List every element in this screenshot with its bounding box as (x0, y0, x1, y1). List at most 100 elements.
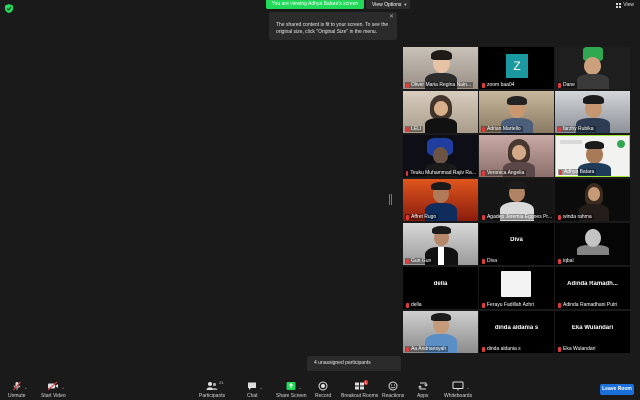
participant-tile[interactable]: Adinda Ramadh... Adinda Ramadhani Putri (555, 267, 630, 309)
participant-name-text: Oliver Maria Regina Nain... (411, 82, 472, 88)
participant-tile[interactable]: Adrian Martello (479, 91, 554, 133)
participant-tile[interactable]: winda rahma (555, 179, 630, 221)
close-icon[interactable]: ✕ (389, 14, 394, 20)
whiteboard-icon (452, 381, 464, 391)
leave-room-button[interactable]: Leave Room (600, 384, 634, 395)
participant-display-name: dinda aldania s (494, 325, 539, 331)
participant-tile[interactable]: Ferayu Fadillah Azhri (479, 267, 554, 309)
participant-name: dinda aldania s (481, 346, 523, 352)
tooltip-text: The shared content is fit to your screen… (276, 22, 389, 35)
breakout-rooms-label: Breakout Rooms (341, 393, 379, 399)
participant-tile[interactable]: Diva Diva (479, 223, 554, 265)
muted-mic-icon (558, 258, 561, 264)
participant-tile[interactable]: Oliver Maria Regina Nain... (403, 47, 478, 89)
muted-mic-icon (406, 82, 409, 88)
participant-tile[interactable]: Affret Rugo (403, 179, 478, 221)
participants-label: Participants (199, 393, 226, 399)
participant-name: Gun Gun (405, 258, 434, 264)
record-button[interactable]: Record (315, 381, 331, 399)
participant-tile[interactable]: Z zoom baa04 (479, 47, 554, 89)
participant-name-text: farzhy Rubika (563, 126, 594, 132)
participant-name-text: Ferayu Fadillah Azhri (487, 302, 534, 308)
apps-label: Apps (417, 393, 429, 399)
participant-name: Teuku Muhammad Rajiv Ra... (405, 170, 478, 176)
participant-name: della (405, 302, 424, 308)
breakout-rooms-button[interactable]: 1 Breakout Rooms (341, 380, 379, 399)
participant-name: Affret Rugo (405, 214, 439, 220)
reactions-button[interactable]: Reactions (382, 381, 404, 399)
participant-name: Veronica Angelia (481, 170, 527, 176)
share-screen-button[interactable]: ^ Share Screen (276, 381, 307, 399)
muted-mic-icon (559, 169, 562, 175)
video-off-icon (47, 381, 59, 391)
security-shield-icon[interactable] (5, 4, 13, 13)
participant-tile[interactable]: della della (403, 267, 478, 309)
participant-name-text: Gun Gun (411, 258, 432, 264)
participant-name-text: Adrian Martello (487, 126, 521, 132)
fit-to-screen-tooltip: The shared content is fit to your screen… (269, 12, 397, 40)
chat-bubble-icon (248, 382, 257, 390)
meeting-toolbar: ^ Unmute ^ Start Video 21 Participants ^… (0, 378, 640, 400)
participant-tile[interactable]: Gun Gun (403, 223, 478, 265)
unassigned-participants-notice[interactable]: 4 unassigned participants (307, 356, 401, 371)
participant-name: Dane (557, 82, 577, 88)
split-drag-handle[interactable] (389, 194, 392, 205)
chat-button[interactable]: ^ Chat (247, 381, 262, 399)
chevron-up-icon[interactable]: ^ (467, 386, 469, 391)
muted-mic-icon (482, 82, 485, 88)
participant-tile[interactable]: Aa Andriansyah (403, 311, 478, 353)
muted-mic-icon (406, 170, 409, 176)
participants-button[interactable]: 21 Participants (199, 380, 226, 399)
muted-mic-icon (482, 346, 485, 352)
participant-name-text: dinda aldania s (487, 346, 521, 352)
participant-tile-active-speaker[interactable]: Adhya Batara (555, 135, 630, 177)
participant-tile[interactable]: Teuku Muhammad Rajiv Ra... (403, 135, 478, 177)
participant-gallery: Oliver Maria Regina Nain... Z zoom baa04… (403, 47, 630, 353)
chevron-up-icon[interactable]: ^ (25, 386, 27, 391)
avatar: Z (506, 54, 528, 78)
participant-tile[interactable]: farzhy Rubika (555, 91, 630, 133)
participant-name: winda rahma (557, 214, 594, 220)
participants-icon (206, 382, 218, 390)
muted-mic-icon (406, 302, 409, 308)
participant-tile[interactable]: dinda aldania s dinda aldania s (479, 311, 554, 353)
muted-mic-icon (406, 214, 409, 220)
view-button[interactable]: View (616, 2, 634, 8)
chevron-up-icon[interactable]: ^ (260, 386, 262, 391)
participant-tile[interactable]: Dane (555, 47, 630, 89)
participant-name-text: Diva (487, 258, 498, 264)
whiteboards-button[interactable]: ^ Whiteboards (444, 381, 472, 399)
muted-mic-icon (558, 126, 561, 132)
apps-button[interactable]: Apps (417, 381, 428, 399)
participant-tile[interactable]: iqbal (555, 223, 630, 265)
record-label: Record (315, 393, 332, 399)
screen-share-banner: You are viewing Adhya Batara's screen (266, 0, 364, 9)
participant-name: Oliver Maria Regina Nain... (405, 82, 474, 88)
start-video-label: Start Video (41, 393, 66, 399)
participant-display-name: della (433, 281, 448, 287)
participant-name: Diva (481, 258, 500, 264)
muted-mic-icon (406, 258, 409, 264)
participant-tile[interactable]: Agadep Jeremia Eggoes Pr... (479, 179, 554, 221)
share-screen-label: Share Screen (276, 393, 307, 399)
grid-view-icon (616, 2, 622, 8)
reactions-smiley-icon (388, 381, 398, 391)
participant-tile[interactable]: Veronica Angelia (479, 135, 554, 177)
muted-mic-icon (482, 126, 485, 132)
chevron-up-icon[interactable]: ^ (62, 386, 64, 391)
participant-name: Adinda Ramadhani Putri (557, 302, 620, 308)
participant-tile[interactable]: LELI (403, 91, 478, 133)
participant-tile[interactable]: Eka Wulandari Eka Wulandari (555, 311, 630, 353)
apps-icon (417, 382, 428, 390)
participant-name-text: Agadep Jeremia Eggoes Pr... (486, 214, 552, 220)
view-options-button[interactable]: View Options ▼ (366, 0, 410, 9)
participant-name: Adrian Martello (481, 126, 523, 132)
chevron-up-icon[interactable]: ^ (299, 386, 301, 391)
unmute-button[interactable]: ^ Unmute (8, 381, 27, 399)
chevron-down-icon: ▼ (403, 2, 408, 7)
participant-display-name: Diva (510, 237, 523, 243)
participant-display-name: Eka Wulandari (571, 325, 614, 331)
participant-name-text: Affret Rugo (411, 214, 437, 220)
start-video-button[interactable]: ^ Start Video (41, 381, 66, 399)
muted-mic-icon (558, 346, 561, 352)
